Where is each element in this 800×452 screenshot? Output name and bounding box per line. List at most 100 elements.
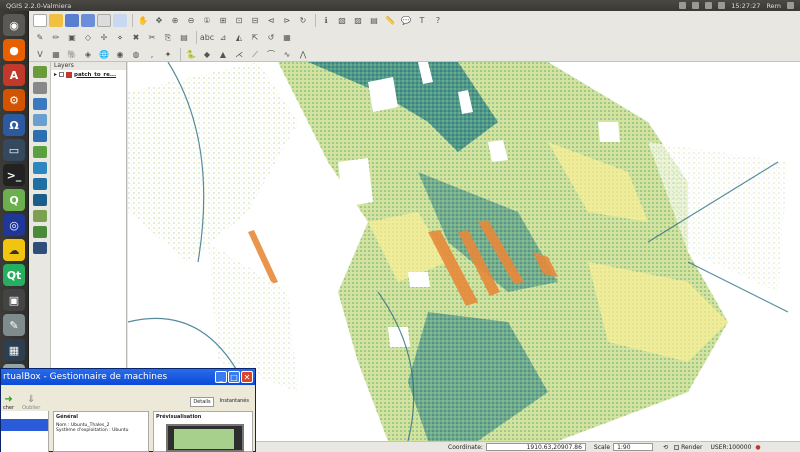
pan-icon[interactable]: ✋ — [136, 14, 150, 27]
add-feature-icon[interactable]: ◇ — [81, 31, 95, 44]
zoom-full-icon[interactable]: ⊞ — [216, 14, 230, 27]
add-raster-side-icon[interactable] — [33, 82, 47, 94]
scale-combo[interactable]: 1:90 — [613, 443, 654, 451]
firefox-icon[interactable]: ● — [3, 39, 25, 61]
start-button[interactable]: ➜ cher — [3, 394, 14, 411]
expand-icon[interactable]: ▸ — [54, 71, 57, 78]
help-icon[interactable]: ? — [431, 14, 445, 27]
grass-icon[interactable]: ▲ — [216, 48, 230, 61]
simplify-icon[interactable]: ⋀ — [296, 48, 310, 61]
paste-features-icon[interactable]: ▤ — [177, 31, 191, 44]
add-spatialite-side-icon[interactable] — [33, 114, 47, 126]
terminal-icon[interactable]: >_ — [3, 164, 25, 186]
zoom-next-icon[interactable]: ⊳ — [280, 14, 294, 27]
close-button[interactable]: ✕ — [241, 371, 253, 383]
split-icon[interactable]: ⟋ — [248, 48, 262, 61]
qgis-icon[interactable]: Q — [3, 189, 25, 211]
add-delimited-side-icon[interactable] — [33, 210, 47, 222]
coordinate-field[interactable]: 1910.63,20907.86 — [485, 443, 586, 451]
identify-icon[interactable]: ℹ — [319, 14, 333, 27]
zoom-last-icon[interactable]: ⊲ — [264, 14, 278, 27]
network-icon[interactable] — [692, 2, 700, 9]
zoom-to-selection-icon[interactable]: ⊡ — [232, 14, 246, 27]
mail-icon[interactable] — [679, 2, 687, 9]
messages-icon[interactable]: ● — [755, 444, 760, 451]
cloudcompare-icon[interactable]: ☁ — [3, 239, 25, 261]
add-oracle-side-icon[interactable] — [33, 146, 47, 158]
python-console-icon[interactable]: 🐍 — [184, 48, 198, 61]
pan-to-selection-icon[interactable]: ✥ — [152, 14, 166, 27]
zoom-native-icon[interactable]: ① — [200, 14, 214, 27]
refresh-icon[interactable]: ↻ — [296, 14, 310, 27]
reshape-icon[interactable]: ⌒ — [264, 48, 278, 61]
new-layer-side-icon[interactable] — [33, 226, 47, 238]
workspace-icon[interactable]: ▦ — [3, 339, 25, 361]
zoom-out-icon[interactable]: ⊖ — [184, 14, 198, 27]
save-project-icon[interactable] — [65, 14, 79, 27]
add-postgis-layer-icon[interactable]: 🐘 — [65, 48, 79, 61]
map-tips-icon[interactable]: 💬 — [399, 14, 413, 27]
zoom-to-layer-icon[interactable]: ⊟ — [248, 14, 262, 27]
add-raster-layer-icon[interactable]: ▦ — [49, 48, 63, 61]
files-icon[interactable]: Ω — [3, 114, 25, 136]
usb-icon[interactable]: ▣ — [3, 289, 25, 311]
change-label-icon[interactable]: ▦ — [280, 31, 294, 44]
digitize-icon[interactable]: ⋌ — [232, 48, 246, 61]
power-icon[interactable] — [787, 2, 794, 9]
vm-list[interactable] — [1, 411, 49, 452]
add-mssql-side-icon[interactable] — [33, 130, 47, 142]
details-tab[interactable]: Détails — [190, 397, 214, 407]
attribute-table-icon[interactable]: ▤ — [367, 14, 381, 27]
add-delimited-text-icon[interactable]: , — [145, 48, 159, 61]
move-feature-icon[interactable]: ✢ — [97, 31, 111, 44]
qt-icon[interactable]: Qt — [3, 264, 25, 286]
vm-list-selected[interactable] — [1, 419, 48, 431]
add-wms-layer-icon[interactable]: 🌐 — [97, 48, 111, 61]
zoom-in-icon[interactable]: ⊕ — [168, 14, 182, 27]
layer-item[interactable]: ▸ patch_to_re... — [51, 70, 126, 79]
annotation-icon[interactable]: T — [415, 14, 429, 27]
add-spatialite-layer-icon[interactable]: ◈ — [81, 48, 95, 61]
pin-label-icon[interactable]: ⊿ — [216, 31, 230, 44]
add-wcs-layer-icon[interactable]: ◉ — [113, 48, 127, 61]
copy-features-icon[interactable]: ⎘ — [161, 31, 175, 44]
gps-side-icon[interactable] — [33, 242, 47, 254]
add-wfs-side-icon[interactable] — [33, 194, 47, 206]
virtualbox-titlebar[interactable]: rtualBox - Gestionnaire de machines _ □ … — [1, 369, 255, 385]
toggle-editing-icon[interactable]: ✏ — [49, 31, 63, 44]
save-edits-icon[interactable]: ▣ — [65, 31, 79, 44]
minimize-button[interactable]: _ — [215, 371, 227, 383]
measure-icon[interactable]: 📏 — [383, 14, 397, 27]
select-features-icon[interactable]: ▧ — [335, 14, 349, 27]
add-wms-side-icon[interactable] — [33, 162, 47, 174]
cut-features-icon[interactable]: ✂ — [145, 31, 159, 44]
render-checkbox[interactable] — [674, 444, 680, 450]
add-postgis-side-icon[interactable] — [33, 98, 47, 110]
layer-name[interactable]: patch_to_re... — [74, 72, 116, 78]
deselect-icon[interactable]: ▨ — [351, 14, 365, 27]
map-rotation-icon[interactable]: ⟲ — [663, 444, 668, 451]
label-icon[interactable]: abc — [200, 31, 214, 44]
show-hide-label-icon[interactable]: ◭ — [232, 31, 246, 44]
delete-selected-icon[interactable]: ✖ — [129, 31, 143, 44]
user-menu[interactable]: Rem — [766, 2, 781, 10]
add-vector-layer-icon[interactable]: V — [33, 48, 47, 61]
layer-visibility-checkbox[interactable] — [59, 72, 65, 77]
maximize-button[interactable]: □ — [228, 371, 240, 383]
dash-icon[interactable]: ◉ — [3, 14, 25, 36]
clock[interactable]: 15:27:27 — [731, 2, 760, 10]
add-wcs-side-icon[interactable] — [33, 178, 47, 190]
crs-button[interactable]: USER:100000 — [710, 444, 751, 451]
plugin-icon[interactable]: ◆ — [200, 48, 214, 61]
current-edits-icon[interactable]: ✎ — [33, 31, 47, 44]
add-wfs-layer-icon[interactable]: ◍ — [129, 48, 143, 61]
open-project-icon[interactable] — [49, 14, 63, 27]
save-as-icon[interactable] — [81, 14, 95, 27]
globe-icon[interactable]: ◎ — [3, 214, 25, 236]
move-label-icon[interactable]: ⇱ — [248, 31, 262, 44]
new-project-icon[interactable] — [33, 14, 47, 27]
settings-icon[interactable]: ⚙ — [3, 89, 25, 111]
new-print-composer-icon[interactable] — [97, 14, 111, 27]
new-shapefile-icon[interactable]: ✦ — [161, 48, 175, 61]
add-vector-side-icon[interactable] — [33, 66, 47, 78]
